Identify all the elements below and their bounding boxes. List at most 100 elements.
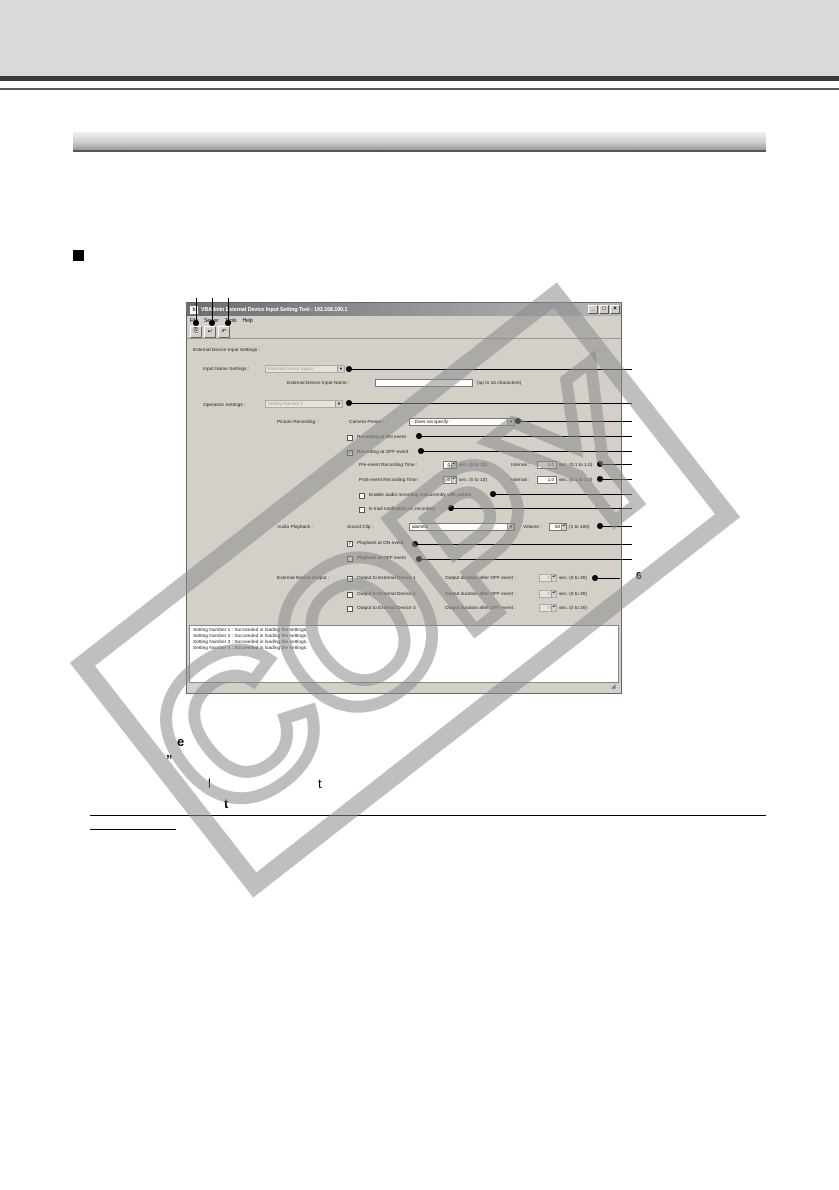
operation-combo[interactable]: Setting Number 1 ▼ [265,400,343,408]
operation-label: Operation Settings : [203,403,246,408]
output-3-stepper[interactable]: 0 ▴▾ [539,604,557,612]
volume-stepper[interactable]: 50 ▴▾ [549,523,567,531]
callout-line [416,544,632,545]
output-1-stepper[interactable]: 0 ▴▾ [539,574,557,582]
camera-preset-combo[interactable]: - Does not specify - ▼ [409,418,515,426]
post-interval-label: Interval : [511,478,530,483]
playback-off-label: Playback at OFF event [357,556,406,561]
toolbar: ⎘ ↵ ↶ [187,325,621,339]
callout-line [596,578,620,579]
operation-combo-value: Setting Number 1 [268,401,304,406]
output-2-range: sec. (0 to 30) [559,592,587,597]
post-event-value: 0 [447,477,450,482]
window-titlebar: b VBAdmin External Device Input Setting … [187,303,621,316]
callout-line [519,421,632,422]
resize-grip-icon[interactable]: ◢ [611,683,619,691]
manual-page: b VBAdmin External Device Input Setting … [0,0,839,1190]
output-3-range: sec. (0 to 30) [559,606,587,611]
external-output-label: External Device Output : [277,576,329,581]
output-3-checkbox[interactable] [347,606,353,612]
text-fragment: t [224,796,229,811]
minimize-button[interactable]: _ [588,305,598,314]
picture-recording-label: Picture Recording : [277,420,318,425]
pre-interval-label: Interval : [511,463,530,468]
sound-clip-combo[interactable]: alarm01 ▼ [409,523,515,531]
output-2-duration-label: Output duration after OFF event : [445,592,516,597]
chevron-down-icon: ▼ [507,419,514,425]
output-1-duration-label: Output duration after OFF event : [445,576,516,581]
enable-audio-label: Enable audio recording concurrently with… [369,493,472,498]
pre-interval-value: 1.0 [547,462,554,467]
pre-event-range: sec. (0 to 10) [459,463,487,468]
text-fragment: l [208,776,211,791]
save-icon[interactable]: ↵ [204,325,216,338]
recording-on-checkbox[interactable] [347,435,353,441]
callout-line [420,436,632,437]
spin-arrows-icon: ▴▾ [451,477,456,483]
device-input-name-hint: (up to 15 characters) [477,381,522,386]
chevron-down-icon: ▼ [337,366,344,372]
status-log: Setting Number 1 : Succeeded in loading … [189,625,619,683]
callout-line [196,298,197,322]
output-1-value: 0 [547,575,550,580]
post-interval-value: 1.0 [547,477,554,482]
header-band [0,0,839,78]
output-1-label: Output to External Device 1 [357,576,416,581]
spin-arrows-icon: ▴▾ [551,591,556,597]
chevron-down-icon: ▼ [507,524,514,530]
pre-interval-range: sec. (0.1 to 1.0) [559,463,593,468]
output-1-checkbox[interactable] [347,576,353,582]
sound-clip-value: alarm01 [412,524,429,529]
open-icon[interactable]: ⎘ [190,325,202,338]
spin-arrows-icon: ▴▾ [561,524,566,530]
callout-line [452,508,632,509]
enable-audio-checkbox[interactable] [359,493,365,499]
post-event-stepper[interactable]: 0 ▴▾ [443,476,457,484]
close-button[interactable]: × [610,305,620,314]
recording-off-checkbox[interactable]: ✓ [347,450,353,456]
volume-range: (1 to 100) [569,525,590,530]
playback-off-checkbox[interactable] [347,556,353,562]
callout-number-6: 6 [636,571,642,582]
input-name-combo[interactable]: External Device Input1 ▼ [265,365,345,373]
subsection-bullet [73,250,84,261]
output-2-value: 0 [547,591,550,596]
spin-arrows-icon: ▴▾ [551,575,556,581]
playback-on-label: Playback at ON event [357,541,404,546]
undo-icon[interactable]: ↶ [218,325,230,338]
callout-line [422,451,632,452]
playback-on-checkbox[interactable]: ✓ [347,541,353,547]
group-label: External Device Input Settings : [193,348,260,353]
output-2-stepper[interactable]: 0 ▴▾ [539,590,557,598]
sound-clip-label: Sound Clip : [347,525,374,530]
volume-value: 50 [554,524,560,529]
settings-panel: External Device Input Settings : Input N… [189,342,619,622]
callout-line [601,526,632,527]
callout-dot [225,320,231,326]
output-1-range: sec. (0 to 30) [559,576,587,581]
device-input-name-field[interactable] [375,379,473,387]
spin-arrows-icon: ▴▾ [551,605,556,611]
maximize-button[interactable]: □ [599,305,609,314]
menu-help[interactable]: Help [242,318,252,324]
camera-preset-label: Camera Preset : [349,420,384,425]
output-2-checkbox[interactable] [347,592,353,598]
post-interval-field[interactable]: 1.0 [537,476,557,484]
post-event-label: Post-event Recording Time : [359,478,420,483]
callout-line [601,464,632,465]
pre-event-value: 0 [447,462,450,467]
email-notification-checkbox[interactable] [359,507,365,513]
callout-line [601,479,632,480]
camera-preset-value: - Does not specify - [412,419,451,424]
pre-event-stepper[interactable]: 0 ▴▾ [443,461,457,469]
chevron-down-icon: ▼ [335,401,342,407]
recording-on-label: Recording at ON event [357,435,406,440]
spin-arrows-icon: ▴▾ [451,462,456,468]
status-line: Setting Number 4 : Succeeded in loading … [193,646,308,651]
pre-interval-field[interactable]: 1.0 [537,461,557,469]
callout-line [494,494,632,495]
text-fragment: e [177,734,185,749]
email-notification-label: E-mail notification on recording [369,507,435,512]
callout-line [350,403,632,404]
post-event-range: sec. (0 to 10) [459,478,487,483]
